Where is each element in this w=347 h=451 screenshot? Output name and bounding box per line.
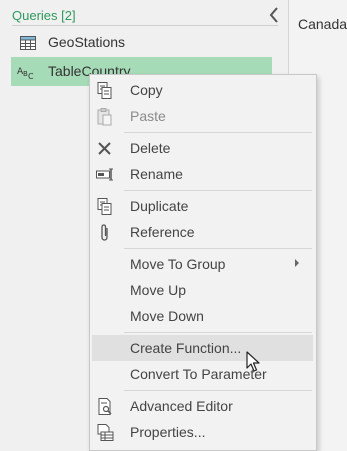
menu-separator (124, 248, 312, 249)
context-menu: Copy Paste Delete Rename Duplicate Refer… (89, 74, 317, 451)
menu-item-label: Copy (130, 82, 163, 98)
menu-item-advanced-editor[interactable]: Advanced Editor (90, 393, 316, 419)
menu-item-delete[interactable]: Delete (90, 135, 316, 161)
header-divider (12, 25, 278, 26)
table-icon (20, 36, 36, 50)
queries-header: Queries [2] (12, 8, 76, 23)
collapse-pane-button[interactable] (266, 5, 282, 25)
menu-item-label: Advanced Editor (130, 398, 233, 414)
menu-separator (124, 190, 312, 191)
submenu-arrow-icon (295, 259, 299, 267)
menu-item-label: Duplicate (130, 198, 189, 214)
text-type-icon: A B C (17, 67, 34, 81)
duplicate-icon (97, 198, 112, 215)
menu-item-label: Create Function... (130, 340, 242, 356)
mouse-pointer-icon (246, 351, 260, 372)
preview-cell-text: Canada (298, 16, 347, 32)
menu-item-properties[interactable]: Properties... (90, 419, 316, 445)
advanced-editor-icon (98, 398, 112, 415)
menu-item-label: Move Down (130, 308, 204, 324)
delete-icon (98, 142, 111, 155)
menu-item-move-to-group[interactable]: Move To Group (90, 251, 316, 277)
query-label: GeoStations (48, 34, 126, 50)
query-item-geostations[interactable]: GeoStations (11, 28, 272, 57)
copy-icon (97, 82, 112, 99)
paperclip-icon (101, 224, 108, 241)
menu-separator (124, 332, 312, 333)
menu-separator (124, 390, 312, 391)
menu-item-reference[interactable]: Reference (90, 219, 316, 245)
menu-item-copy[interactable]: Copy (90, 77, 316, 103)
properties-icon (97, 424, 114, 441)
menu-item-convert-to-parameter[interactable]: Convert To Parameter (90, 361, 316, 387)
chevron-left-icon (269, 7, 278, 23)
menu-item-label: Properties... (130, 424, 206, 440)
menu-item-move-up[interactable]: Move Up (90, 277, 316, 303)
menu-item-paste[interactable]: Paste (90, 103, 316, 129)
menu-item-label: Move Up (130, 282, 187, 298)
menu-item-label: Delete (130, 140, 171, 156)
menu-item-rename[interactable]: Rename (90, 161, 316, 187)
svg-text:C: C (28, 72, 34, 81)
menu-item-move-down[interactable]: Move Down (90, 303, 316, 329)
rename-icon (96, 168, 113, 181)
menu-separator (124, 132, 312, 133)
menu-item-duplicate[interactable]: Duplicate (90, 193, 316, 219)
menu-item-label: Move To Group (130, 256, 226, 272)
paste-icon (97, 108, 112, 126)
menu-item-label: Paste (130, 108, 166, 124)
menu-item-label: Reference (130, 224, 195, 240)
menu-item-create-function[interactable]: Create Function... (92, 335, 313, 361)
menu-item-label: Rename (130, 166, 183, 182)
